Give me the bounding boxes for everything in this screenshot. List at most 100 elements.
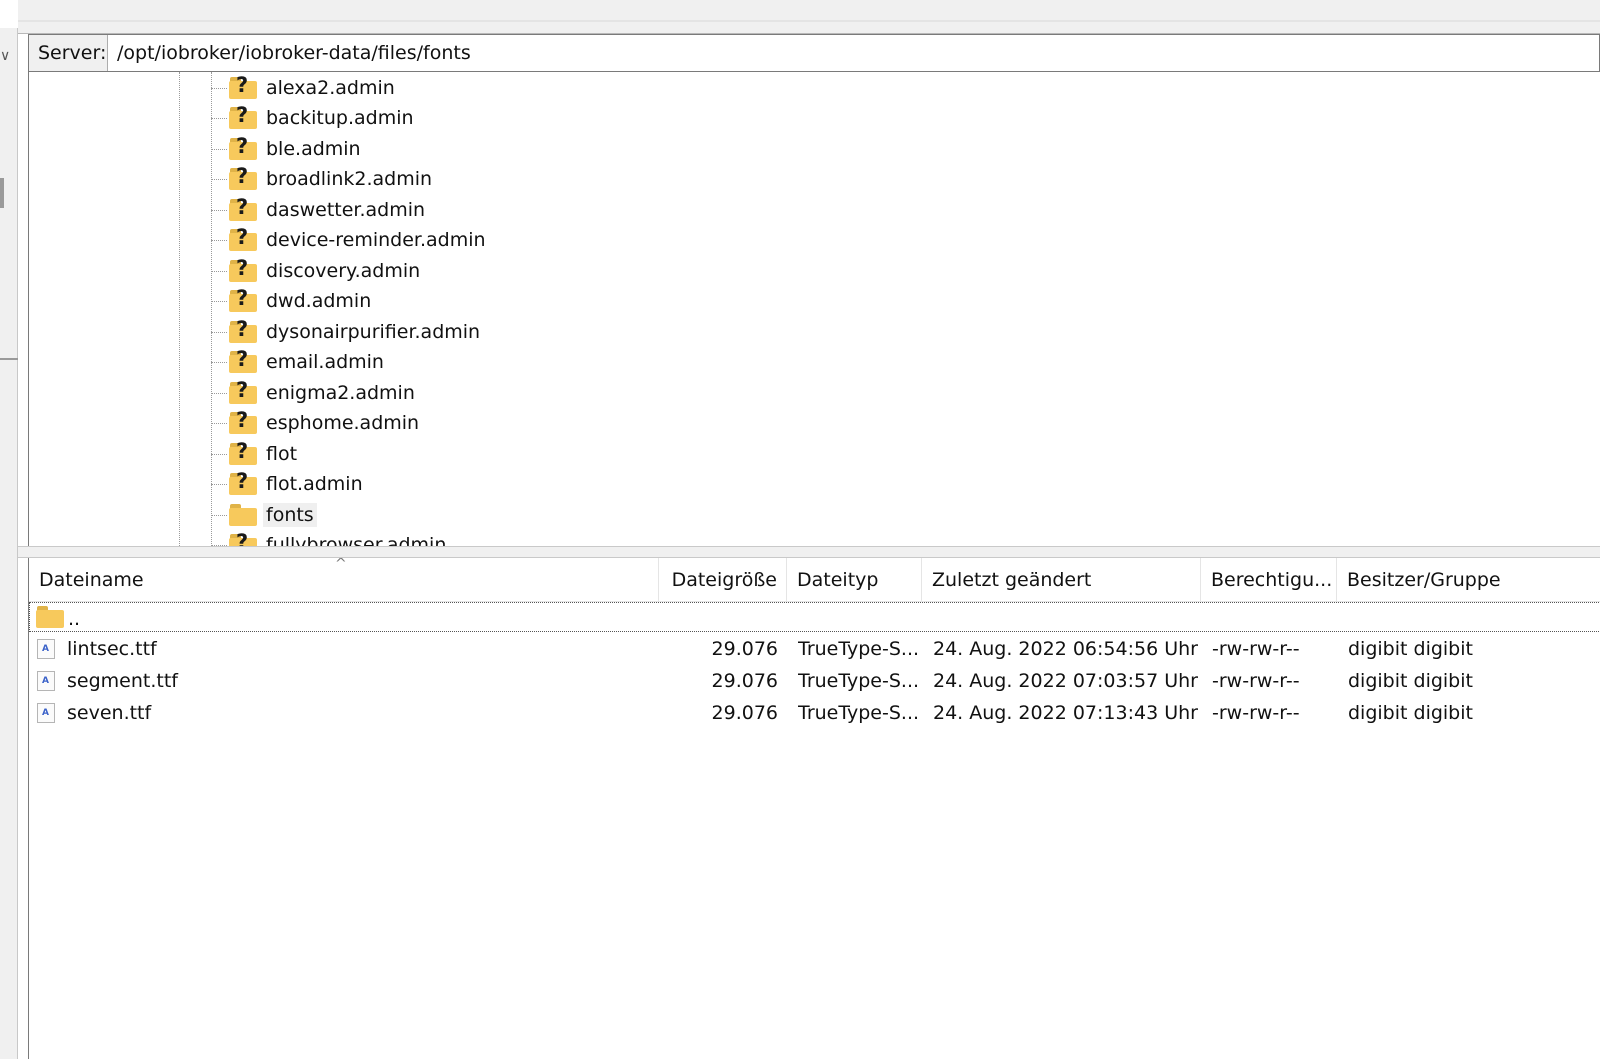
file-modified: 24. Aug. 2022 06:54:56 Uhr — [933, 638, 1198, 660]
column-header-modified[interactable]: Zuletzt geändert — [922, 558, 1201, 602]
tree-item-email-admin[interactable]: ? email.admin — [211, 347, 387, 377]
tree-item-broadlink2-admin[interactable]: ? broadlink2.admin — [211, 164, 435, 194]
file-type: TrueType-S... — [798, 702, 920, 724]
tree-item-label: email.admin — [266, 351, 384, 373]
question-folder-icon: ? — [229, 73, 257, 99]
table-row[interactable]: A segment.ttf 29.076 TrueType-S... 24. A… — [29, 665, 1600, 697]
file-list-header: Dateiname ^ Dateigröße Dateityp Zuletzt … — [29, 558, 1600, 602]
font-file-icon: A — [37, 703, 55, 723]
tree-connector — [211, 239, 227, 241]
tree-item-label: dwd.admin — [266, 290, 372, 312]
question-folder-icon: ? — [229, 378, 257, 404]
column-header-permissions[interactable]: Berechtigu... — [1201, 558, 1337, 602]
file-type: TrueType-S... — [798, 638, 920, 660]
file-permissions: -rw-rw-r-- — [1212, 670, 1300, 692]
folder-icon — [36, 606, 64, 628]
font-file-icon: A — [37, 639, 55, 659]
tree-item-flot[interactable]: ? flot — [211, 439, 300, 469]
tree-item-fullybrowser-admin[interactable]: ? fullybrowser.admin — [211, 530, 449, 546]
table-row[interactable]: A lintsec.ttf 29.076 TrueType-S... 24. A… — [29, 633, 1600, 665]
question-folder-icon: ? — [229, 103, 257, 129]
file-modified: 24. Aug. 2022 07:03:57 Uhr — [933, 670, 1198, 692]
tree-connector — [211, 422, 227, 424]
tree-item-label: enigma2.admin — [266, 382, 415, 404]
file-type: TrueType-S... — [798, 670, 920, 692]
sort-ascending-icon: ^ — [335, 558, 347, 572]
parent-directory-label: .. — [68, 608, 81, 630]
file-permissions: -rw-rw-r-- — [1212, 638, 1300, 660]
remote-directory-tree[interactable]: ? alexa2.admin ? backitup.admin ? ble.admin… — [28, 72, 1600, 546]
question-folder-icon: ? — [229, 408, 257, 434]
tree-item-discovery-admin[interactable]: ? discovery.admin — [211, 256, 423, 286]
tree-connector — [211, 361, 227, 363]
tree-item-ble-admin[interactable]: ? ble.admin — [211, 134, 364, 164]
tree-connector — [211, 87, 227, 89]
tree-item-enigma2-admin[interactable]: ? enigma2.admin — [211, 378, 418, 408]
tree-item-label: alexa2.admin — [266, 77, 395, 99]
tree-connector — [211, 453, 227, 455]
tree-item-dwd-admin[interactable]: ? dwd.admin — [211, 286, 374, 316]
tree-item-esphome-admin[interactable]: ? esphome.admin — [211, 408, 422, 438]
column-header-filesize[interactable]: Dateigröße — [659, 558, 787, 602]
pane-splitter[interactable] — [18, 546, 1600, 558]
tree-item-label: device-reminder.admin — [266, 229, 486, 251]
file-owner: digibit digibit — [1348, 670, 1473, 692]
question-folder-icon: ? — [229, 530, 257, 546]
tree-item-flot-admin[interactable]: ? flot.admin — [211, 469, 366, 499]
tree-item-label: fullybrowser.admin — [266, 534, 447, 546]
tree-item-label: fonts — [263, 503, 317, 527]
file-name: lintsec.ttf — [67, 638, 157, 660]
tree-connector — [211, 392, 227, 394]
question-folder-icon: ? — [229, 195, 257, 221]
tree-item-label: flot.admin — [266, 473, 363, 495]
file-modified: 24. Aug. 2022 07:13:43 Uhr — [933, 702, 1198, 724]
question-folder-icon: ? — [229, 469, 257, 495]
tree-connector — [211, 483, 227, 485]
table-row[interactable]: A seven.ttf 29.076 TrueType-S... 24. Aug… — [29, 697, 1600, 729]
question-folder-icon: ? — [229, 164, 257, 190]
chevron-down-icon[interactable]: ∨ — [0, 48, 10, 64]
server-path-bar: Server: — [28, 34, 1600, 72]
font-file-icon: A — [37, 671, 55, 691]
question-folder-icon: ? — [229, 317, 257, 343]
tree-guide-line — [179, 72, 180, 546]
question-folder-icon: ? — [229, 286, 257, 312]
tree-connector — [211, 331, 227, 333]
tree-item-daswetter-admin[interactable]: ? daswetter.admin — [211, 195, 428, 225]
tree-item-label: daswetter.admin — [266, 199, 426, 221]
file-size: 29.076 — [711, 638, 778, 660]
column-header-owner[interactable]: Besitzer/Gruppe — [1337, 558, 1600, 602]
pane-divider — [0, 358, 18, 360]
toolbar-strip — [18, 0, 1600, 34]
tree-item-device-reminder-admin[interactable]: ? device-reminder.admin — [211, 225, 489, 255]
folder-icon — [229, 504, 257, 526]
tree-connector — [211, 514, 227, 516]
tree-item-label: esphome.admin — [266, 412, 420, 434]
tree-connector — [211, 148, 227, 150]
tree-connector — [211, 117, 227, 119]
tree-item-label: ble.admin — [266, 138, 361, 160]
scrollbar-thumb[interactable] — [0, 178, 4, 208]
tree-connector — [211, 209, 227, 211]
column-header-filetype[interactable]: Dateityp — [787, 558, 922, 602]
file-size: 29.076 — [711, 670, 778, 692]
remote-file-list[interactable]: Dateiname ^ Dateigröße Dateityp Zuletzt … — [28, 558, 1600, 1059]
tree-item-label: broadlink2.admin — [266, 168, 433, 190]
server-path-input[interactable] — [108, 35, 1599, 71]
file-owner: digibit digibit — [1348, 702, 1473, 724]
question-folder-icon: ? — [229, 134, 257, 160]
tree-item-alexa2-admin[interactable]: ? alexa2.admin — [211, 73, 398, 103]
file-permissions: -rw-rw-r-- — [1212, 702, 1300, 724]
tree-item-dysonairpurifier-admin[interactable]: ? dysonairpurifier.admin — [211, 317, 483, 347]
tree-connector — [211, 178, 227, 180]
tree-item-backitup-admin[interactable]: ? backitup.admin — [211, 103, 417, 133]
parent-directory-row[interactable]: .. — [29, 602, 1600, 632]
question-folder-icon: ? — [229, 225, 257, 251]
tree-connector — [211, 270, 227, 272]
file-name: seven.ttf — [67, 702, 152, 724]
tree-item-fonts[interactable]: fonts — [211, 500, 317, 530]
local-pane-edge: ∨ — [0, 28, 18, 1059]
tree-connector — [211, 300, 227, 302]
question-folder-icon: ? — [229, 256, 257, 282]
server-label: Server: — [29, 35, 108, 71]
